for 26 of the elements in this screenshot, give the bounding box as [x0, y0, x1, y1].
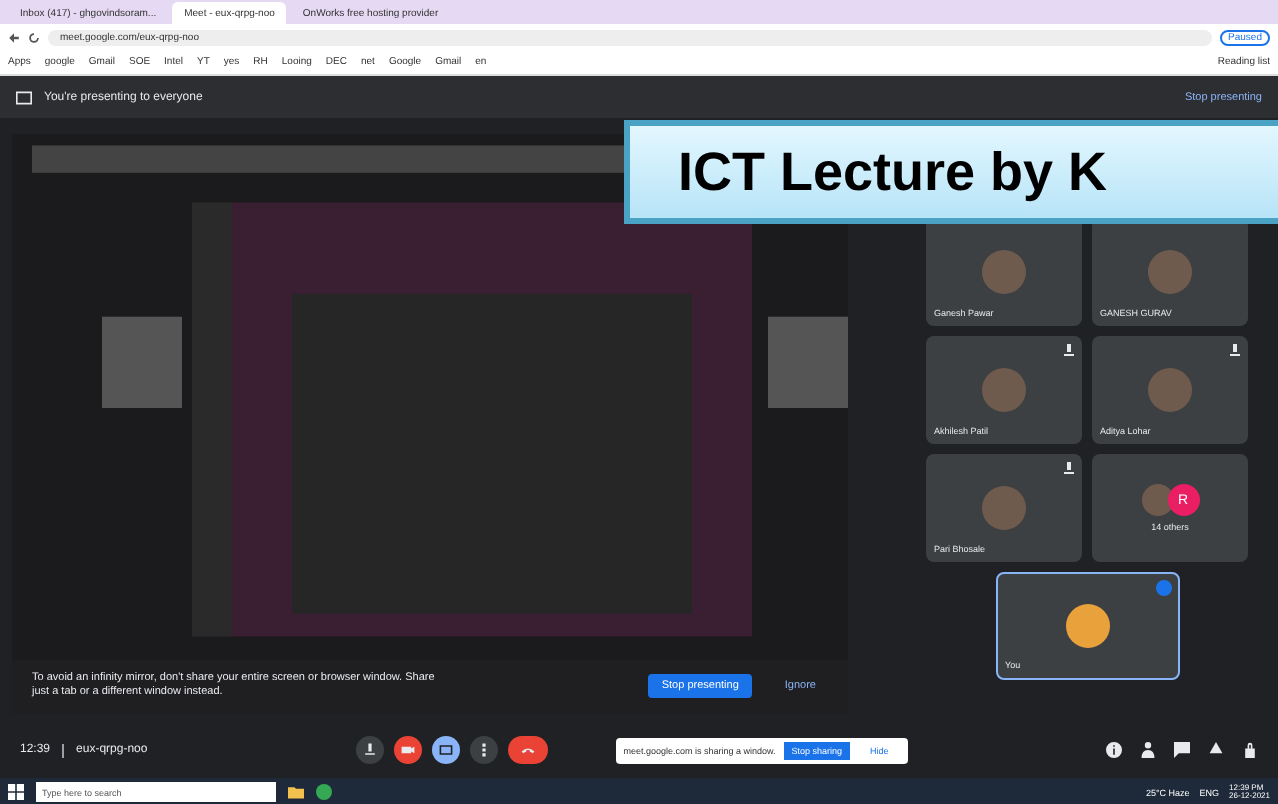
shapes-icon[interactable]	[1208, 742, 1224, 758]
avatar	[1141, 484, 1173, 516]
browser-icon[interactable]	[316, 784, 332, 800]
avatar	[982, 368, 1026, 412]
avatar	[982, 250, 1026, 294]
back-arrow-icon[interactable]	[8, 31, 20, 43]
people-icon[interactable]	[1140, 742, 1156, 758]
lock-icon[interactable]	[1242, 742, 1258, 758]
camera-off-button[interactable]	[393, 736, 422, 764]
present-screen-icon[interactable]	[16, 89, 32, 105]
microphone-button[interactable]	[355, 736, 384, 764]
present-button[interactable]	[431, 736, 460, 764]
avatar	[982, 486, 1026, 530]
reload-icon[interactable]	[28, 31, 40, 43]
avatar	[1065, 604, 1109, 648]
microphone-icon[interactable]	[361, 742, 378, 758]
chat-icon[interactable]	[1174, 742, 1190, 758]
info-icon[interactable]	[1106, 742, 1122, 758]
more-options-button[interactable]	[469, 736, 498, 764]
folder-icon[interactable]	[288, 784, 304, 800]
lecture-title-banner: ICT Lecture by K	[624, 120, 1278, 224]
avatar	[1148, 368, 1192, 412]
leave-call-button[interactable]	[507, 736, 548, 764]
avatar	[1148, 250, 1192, 294]
present-screen-icon[interactable]	[437, 742, 454, 758]
windows-start-icon[interactable]	[8, 784, 24, 800]
